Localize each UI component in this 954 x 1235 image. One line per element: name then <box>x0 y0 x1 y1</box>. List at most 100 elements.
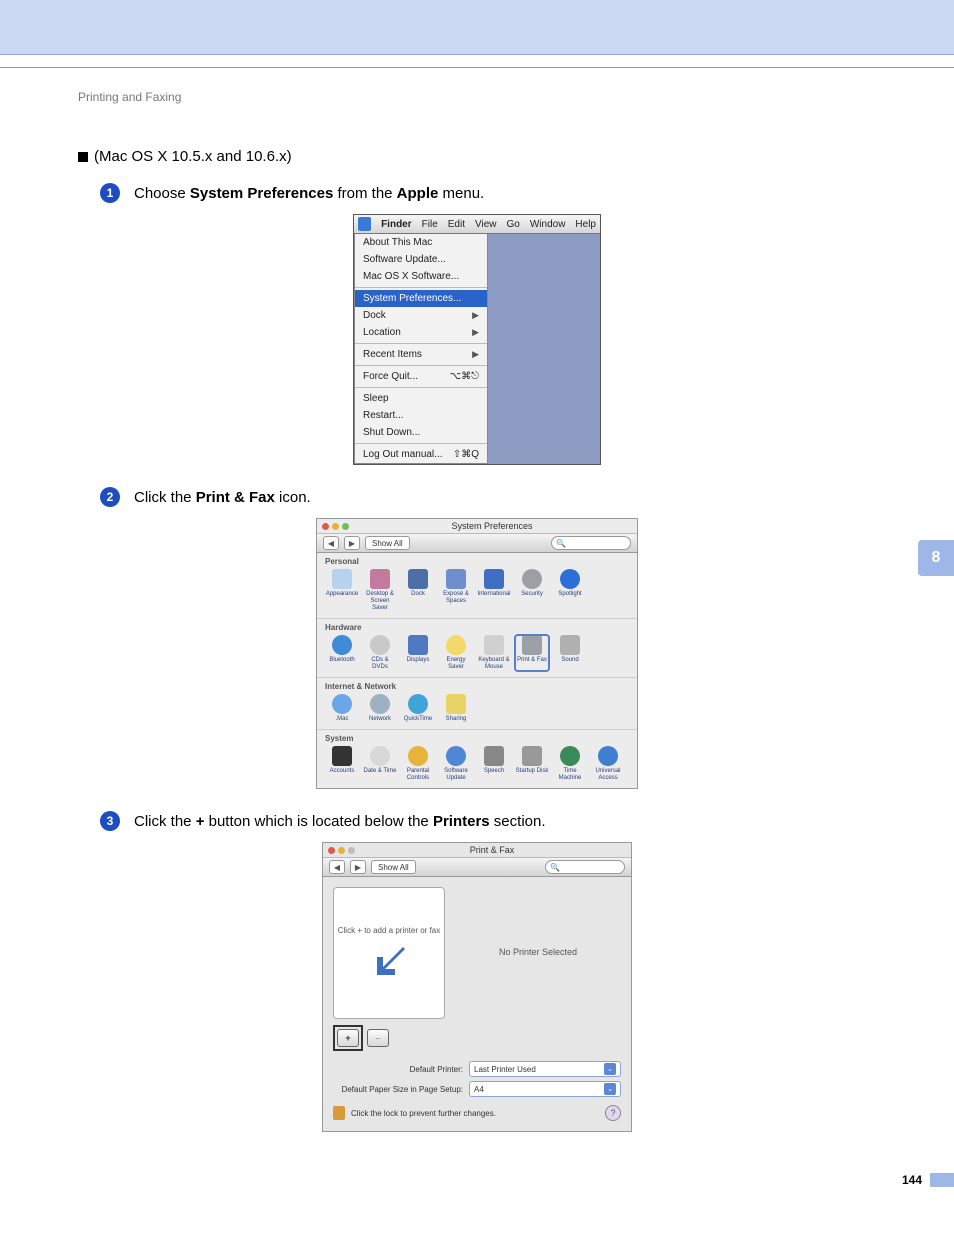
menubar-window[interactable]: Window <box>530 219 566 230</box>
pref-security[interactable]: Security <box>515 569 549 612</box>
zoom-window-icon[interactable] <box>342 523 349 530</box>
menu-log-out[interactable]: Log Out manual...⇧⌘Q <box>355 446 487 463</box>
callout-arrow-icon <box>377 943 409 975</box>
pref-software-update[interactable]: Software Update <box>439 746 473 782</box>
section-heading: (Mac OS X 10.5.x and 10.6.x) <box>78 148 876 165</box>
menubar-help[interactable]: Help <box>575 219 596 230</box>
pref-parental-controls[interactable]: Parental Controls <box>401 746 435 782</box>
step-3: 3 Click the + button which is located be… <box>78 811 876 832</box>
window-title: Print & Fax <box>358 845 626 855</box>
menu-software-update[interactable]: Software Update... <box>355 251 487 268</box>
menu-system-preferences[interactable]: System Preferences... <box>355 290 487 307</box>
pref-appearance[interactable]: Appearance <box>325 569 359 612</box>
lock-hint-text: Click the lock to prevent further change… <box>351 1109 496 1118</box>
page-number-accent <box>930 1173 954 1187</box>
step-badge-3: 3 <box>100 811 120 831</box>
chevron-right-icon: ▶ <box>472 349 479 360</box>
category-heading: Internet & Network <box>325 682 629 691</box>
mac-menubar: Finder File Edit View Go Window Help <box>354 215 600 234</box>
pref-network[interactable]: Network <box>363 694 397 723</box>
menu-dock[interactable]: Dock▶ <box>355 307 487 324</box>
square-bullet-icon <box>78 152 88 162</box>
pref-dotmac[interactable]: .Mac <box>325 694 359 723</box>
show-all-button[interactable]: Show All <box>371 860 416 874</box>
pref-displays[interactable]: Displays <box>401 635 435 671</box>
pref-expose-spaces[interactable]: Exposé & Spaces <box>439 569 473 612</box>
close-window-icon[interactable] <box>328 847 335 854</box>
page-number: 144 <box>902 1173 922 1187</box>
minimize-window-icon[interactable] <box>338 847 345 854</box>
menu-force-quit[interactable]: Force Quit...⌥⌘⎋ <box>355 368 487 385</box>
menubar-finder[interactable]: Finder <box>381 219 412 230</box>
printers-empty-hint: Click + to add a printer or fax <box>338 926 441 935</box>
menu-location[interactable]: Location▶ <box>355 324 487 341</box>
apple-menu-dropdown: About This Mac Software Update... Mac OS… <box>354 234 488 464</box>
pref-cds-dvds[interactable]: CDs & DVDs <box>363 635 397 671</box>
step-1: 1 Choose System Preferences from the App… <box>78 183 876 204</box>
help-button[interactable]: ? <box>605 1105 621 1121</box>
pref-startup-disk[interactable]: Startup Disk <box>515 746 549 782</box>
step-2-text: Click the Print & Fax icon. <box>134 487 311 508</box>
printer-details-pane: No Printer Selected <box>455 887 621 1017</box>
zoom-window-icon[interactable] <box>348 847 355 854</box>
default-paper-size-select[interactable]: A4⌄ <box>469 1081 621 1097</box>
pref-sharing[interactable]: Sharing <box>439 694 473 723</box>
category-heading: System <box>325 734 629 743</box>
pref-spotlight[interactable]: Spotlight <box>553 569 587 612</box>
pref-energy-saver[interactable]: Energy Saver <box>439 635 473 671</box>
forward-button[interactable]: ▶ <box>344 536 360 550</box>
screenshot-print-fax: Print & Fax ◀ ▶ Show All 🔍 Click + to ad… <box>322 842 632 1132</box>
search-input[interactable]: 🔍 <box>551 536 631 550</box>
pref-quicktime[interactable]: QuickTime <box>401 694 435 723</box>
search-icon: 🔍 <box>550 863 560 872</box>
menubar-edit[interactable]: Edit <box>448 219 465 230</box>
window-traffic-lights: System Preferences <box>317 519 637 533</box>
step-badge-1: 1 <box>100 183 120 203</box>
pref-accounts[interactable]: Accounts <box>325 746 359 782</box>
show-all-button[interactable]: Show All <box>365 536 410 550</box>
pref-bluetooth[interactable]: Bluetooth <box>325 635 359 671</box>
category-system: System Accounts Date & Time Parental Con… <box>317 730 637 788</box>
category-heading: Hardware <box>325 623 629 632</box>
back-button[interactable]: ◀ <box>329 860 345 874</box>
sysprefs-toolbar: ◀ ▶ Show All 🔍 <box>317 533 637 553</box>
pref-date-time[interactable]: Date & Time <box>363 746 397 782</box>
menu-recent-items[interactable]: Recent Items▶ <box>355 346 487 363</box>
menu-restart[interactable]: Restart... <box>355 407 487 424</box>
apple-logo-icon[interactable] <box>358 217 371 231</box>
pref-dock[interactable]: Dock <box>401 569 435 612</box>
forward-button[interactable]: ▶ <box>350 860 366 874</box>
pref-speech[interactable]: Speech <box>477 746 511 782</box>
back-button[interactable]: ◀ <box>323 536 339 550</box>
pref-keyboard-mouse[interactable]: Keyboard & Mouse <box>477 635 511 671</box>
chapter-tab: 8 <box>918 540 954 576</box>
menubar-go[interactable]: Go <box>507 219 520 230</box>
breadcrumb: Printing and Faxing <box>78 90 876 104</box>
window-title: System Preferences <box>352 521 632 531</box>
pref-sound[interactable]: Sound <box>553 635 587 671</box>
menu-sleep[interactable]: Sleep <box>355 390 487 407</box>
pref-universal-access[interactable]: Universal Access <box>591 746 625 782</box>
lock-icon[interactable] <box>333 1106 345 1120</box>
category-personal: Personal Appearance Desktop & Screen Sav… <box>317 553 637 619</box>
category-heading: Personal <box>325 557 629 566</box>
add-printer-button[interactable]: + <box>337 1029 359 1047</box>
step-2: 2 Click the Print & Fax icon. <box>78 487 876 508</box>
default-printer-select[interactable]: Last Printer Used⌄ <box>469 1061 621 1077</box>
screenshot-system-preferences: System Preferences ◀ ▶ Show All 🔍 Person… <box>316 518 638 789</box>
printers-list: Click + to add a printer or fax <box>333 887 445 1019</box>
pref-time-machine[interactable]: Time Machine <box>553 746 587 782</box>
close-window-icon[interactable] <box>322 523 329 530</box>
menubar-view[interactable]: View <box>475 219 497 230</box>
menu-mac-os-x-software[interactable]: Mac OS X Software... <box>355 268 487 285</box>
menubar-file[interactable]: File <box>422 219 438 230</box>
remove-printer-button[interactable]: – <box>367 1029 389 1047</box>
pref-international[interactable]: International <box>477 569 511 612</box>
search-input[interactable]: 🔍 <box>545 860 625 874</box>
step-1-text: Choose System Preferences from the Apple… <box>134 183 484 204</box>
pref-print-fax[interactable]: Print & Fax <box>515 635 549 671</box>
menu-shut-down[interactable]: Shut Down... <box>355 424 487 441</box>
pref-desktop-screen-saver[interactable]: Desktop & Screen Saver <box>363 569 397 612</box>
menu-about-this-mac[interactable]: About This Mac <box>355 234 487 251</box>
minimize-window-icon[interactable] <box>332 523 339 530</box>
